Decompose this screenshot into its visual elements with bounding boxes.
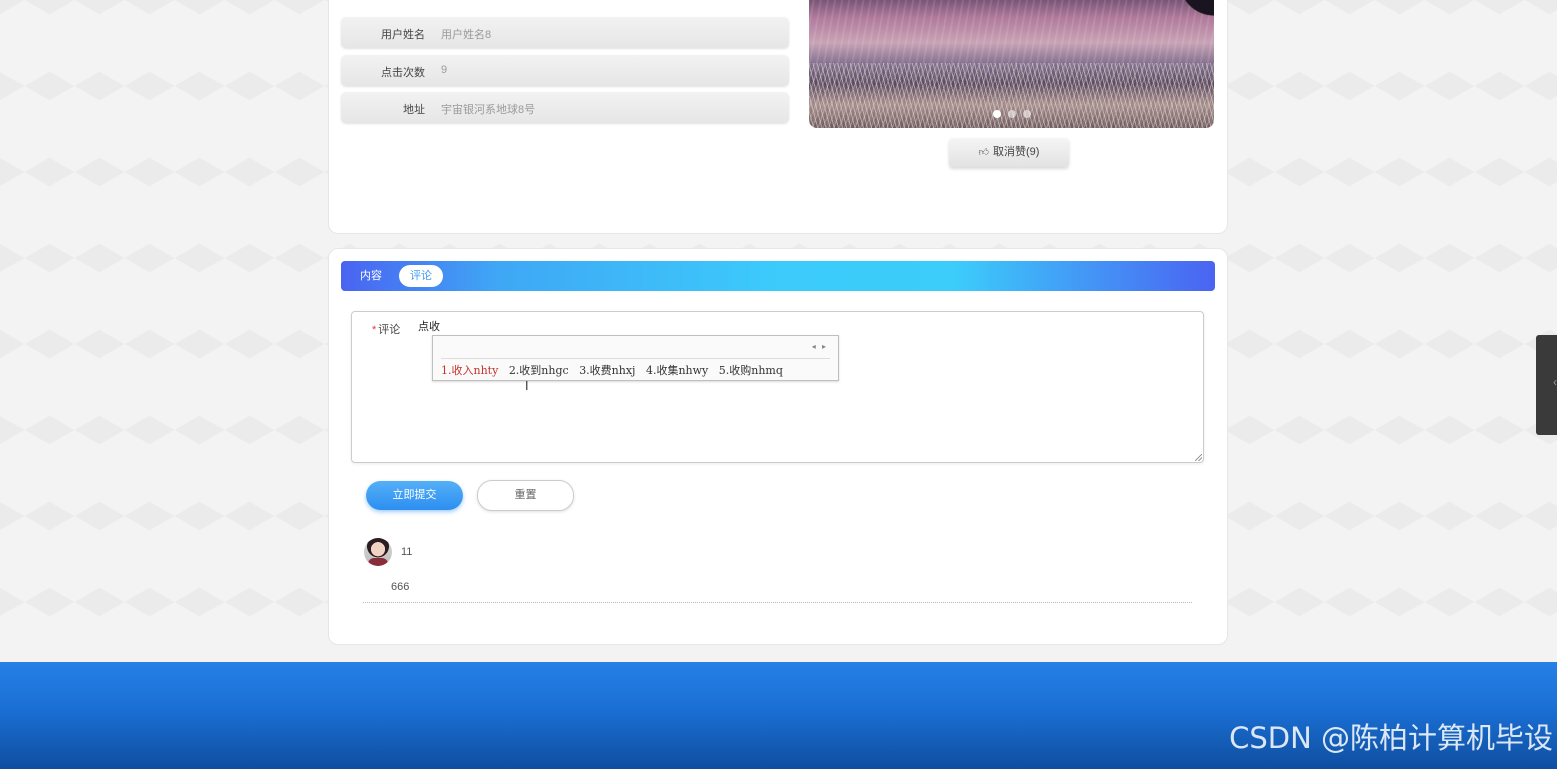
comment-card: 内容 评论 *评论 ◂ ▸ 1.收入nhty 2.收到nhgc 3.收费nhxj…	[328, 248, 1228, 645]
comment-text: 666	[391, 581, 410, 593]
comment-username: 11	[401, 546, 413, 558]
avatar-shirt	[368, 558, 388, 566]
comment-form: * 评论	[351, 311, 1204, 463]
text-cursor-icon: I	[525, 379, 529, 393]
ime-page-arrows-icon[interactable]: ◂ ▸	[812, 342, 828, 351]
ime-candidate-1[interactable]: 1.收入nhty	[441, 364, 498, 377]
chevron-left-icon: ‹	[1553, 375, 1557, 389]
resize-grip-icon[interactable]	[1195, 454, 1202, 461]
clicks-value: 9	[441, 64, 448, 76]
ime-divider	[441, 358, 830, 359]
info-row-address: 地址 宇宙银河系地球8号	[341, 92, 789, 123]
unlike-button-label: 取消赞(9)	[993, 146, 1040, 158]
clicks-label: 点击次数	[381, 67, 425, 79]
detail-card: 用户姓名 用户姓名8 点击次数 9 地址 宇宙银河系地球8号 👍︎ 取消赞(9)	[328, 0, 1228, 234]
username-label: 用户姓名	[381, 29, 425, 41]
ime-candidate-3[interactable]: 3.收费nhxj	[579, 364, 635, 377]
carousel-image-grass	[809, 63, 1214, 128]
footer: CSDN @陈柏计算机毕设	[0, 662, 1557, 769]
info-row-username: 用户姓名 用户姓名8	[341, 17, 789, 48]
carousel-dot-1[interactable]	[993, 110, 1001, 118]
ime-candidate-4[interactable]: 4.收集nhwy	[646, 364, 708, 377]
submit-button[interactable]: 立即提交	[366, 481, 463, 510]
ime-candidate-5[interactable]: 5.收购nhmq	[719, 364, 783, 377]
comment-field-label: * 评论	[372, 321, 400, 337]
ime-candidate-popup[interactable]: ◂ ▸ 1.收入nhty 2.收到nhgc 3.收费nhxj 4.收集nhwy …	[432, 335, 839, 381]
side-drawer-tab[interactable]: ‹	[1536, 335, 1557, 435]
required-mark: *	[372, 324, 377, 336]
tab-comment[interactable]: 评论	[399, 265, 443, 287]
info-row-clicks: 点击次数 9	[341, 55, 789, 86]
carousel-dot-3[interactable]	[1023, 110, 1031, 118]
address-label: 地址	[403, 104, 425, 116]
comment-label-text: 评论	[378, 324, 401, 336]
reset-button[interactable]: 重置	[477, 480, 574, 511]
unlike-button[interactable]: 👍︎ 取消赞(9)	[949, 138, 1069, 167]
address-value: 宇宙银河系地球8号	[441, 104, 536, 116]
carousel-dot-2[interactable]	[1008, 110, 1016, 118]
comment-divider	[363, 602, 1192, 603]
thumbs-up-icon: 👍︎	[978, 147, 989, 158]
username-value: 用户姓名8	[441, 29, 492, 41]
avatar	[364, 538, 392, 566]
watermark-text: CSDN @陈柏计算机毕设	[1229, 721, 1553, 755]
ime-candidate-list: 1.收入nhty 2.收到nhgc 3.收费nhxj 4.收集nhwy 5.收购…	[441, 362, 790, 378]
carousel-image-tree	[1174, 0, 1214, 21]
image-carousel[interactable]	[809, 0, 1214, 128]
tab-content[interactable]: 内容	[349, 265, 393, 287]
tab-bar: 内容 评论	[341, 261, 1215, 291]
ime-candidate-2[interactable]: 2.收到nhgc	[509, 364, 569, 377]
